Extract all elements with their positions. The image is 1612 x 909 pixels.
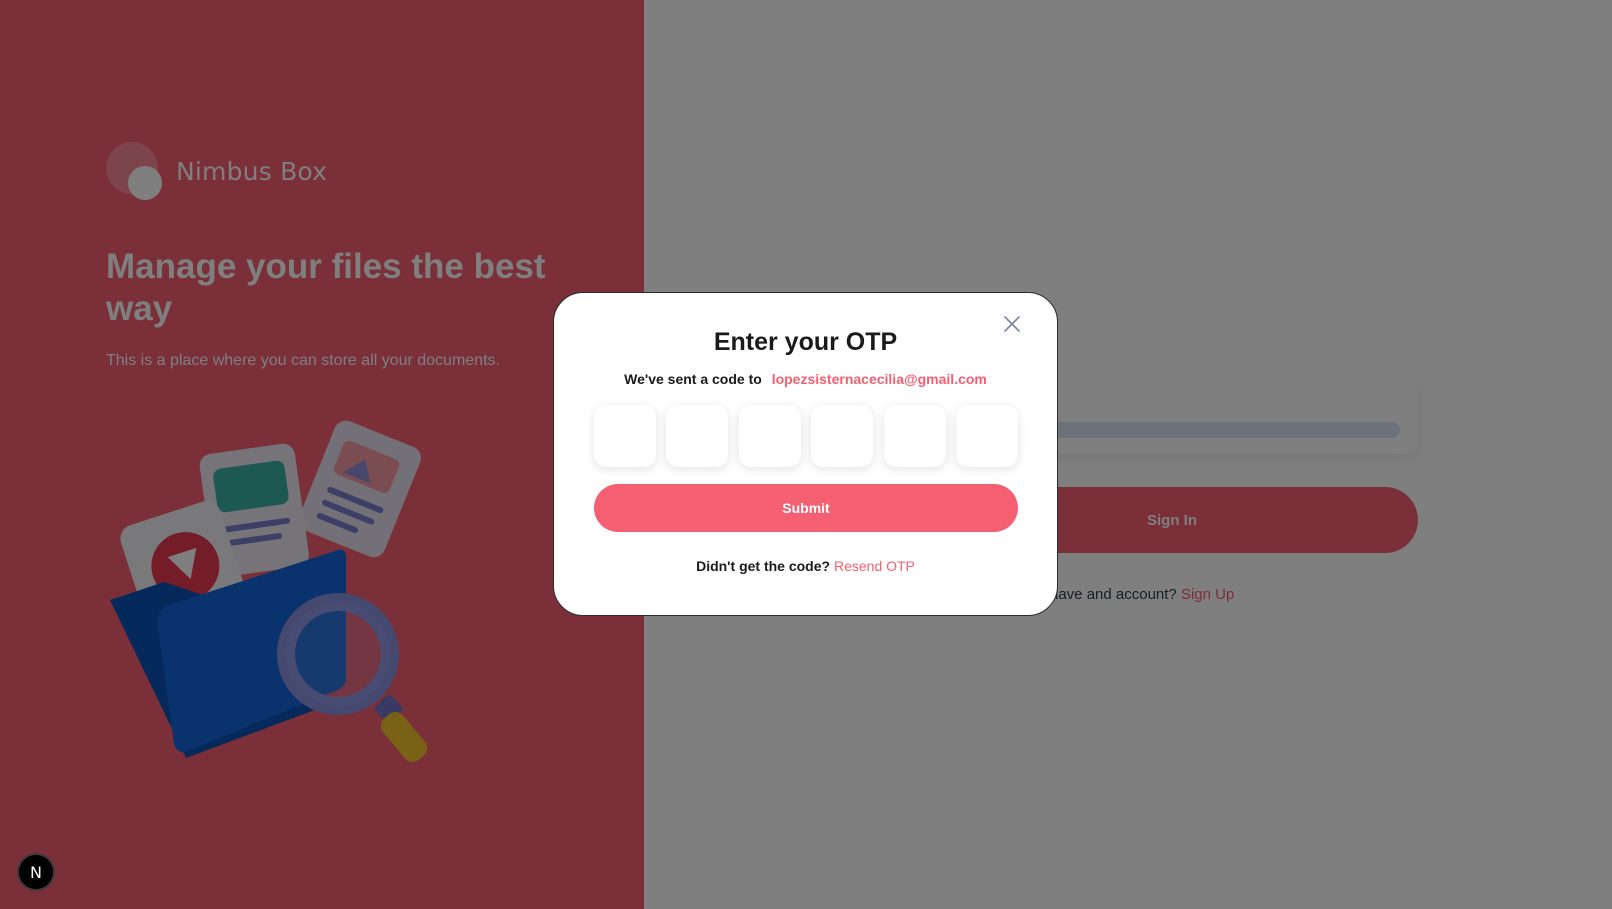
otp-modal: Enter your OTP We've sent a code to lope…	[553, 292, 1058, 616]
otp-digit-6[interactable]	[955, 405, 1018, 467]
submit-button[interactable]: Submit	[594, 484, 1018, 532]
otp-input-group	[594, 405, 1018, 467]
resend-message: Didn't get the code? Resend OTP	[554, 558, 1057, 574]
otp-digit-1[interactable]	[594, 405, 656, 467]
recipient-email: lopezsisternacecilia@gmail.com	[771, 371, 987, 387]
otp-digit-5[interactable]	[883, 405, 946, 467]
dev-tools-badge[interactable]: N	[17, 853, 55, 891]
otp-digit-2[interactable]	[666, 405, 729, 467]
resend-otp-link[interactable]: Resend OTP	[834, 558, 915, 574]
resend-prompt: Didn't get the code?	[696, 558, 831, 574]
modal-title: Enter your OTP	[713, 328, 898, 356]
code-sent-message: We've sent a code to lopezsisternacecili…	[554, 371, 1057, 387]
dev-badge-label: N	[30, 862, 42, 882]
otp-digit-3[interactable]	[738, 405, 801, 467]
otp-digit-4[interactable]	[811, 405, 874, 467]
code-sent-prefix: We've sent a code to	[624, 371, 762, 387]
